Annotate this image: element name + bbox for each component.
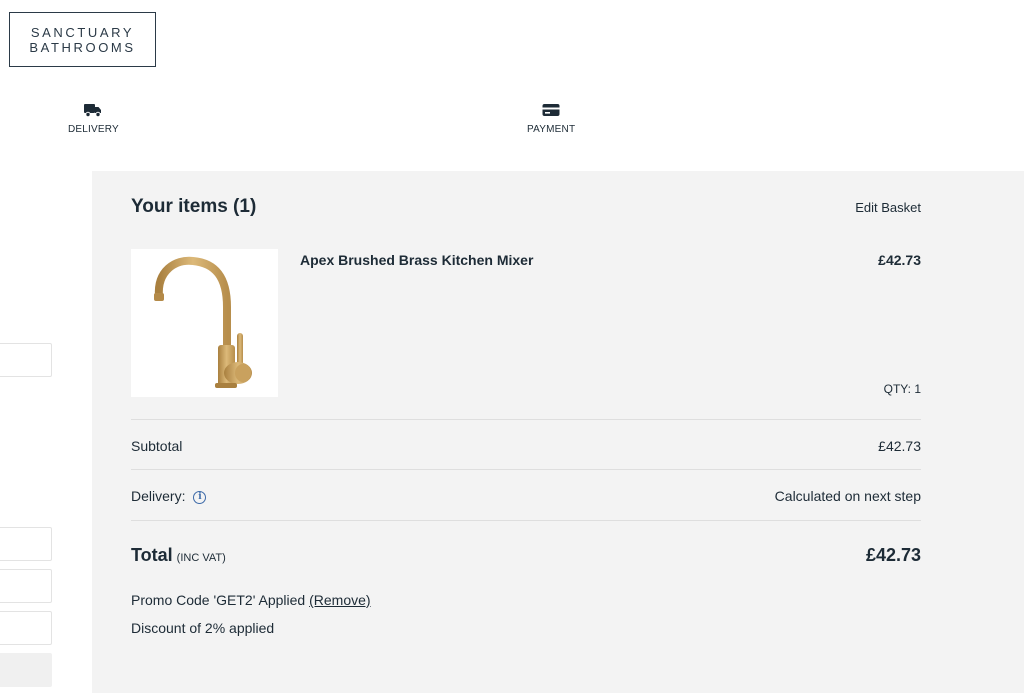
step-payment[interactable]: PAYMENT <box>527 102 575 135</box>
delivery-label: Delivery: <box>131 488 186 504</box>
product-quantity: QTY: 1 <box>883 382 921 396</box>
discount-text: Discount of 2% applied <box>131 620 275 636</box>
product-price: £42.73 <box>878 252 921 268</box>
credit-card-icon <box>541 102 561 118</box>
edit-basket-link[interactable]: Edit Basket <box>855 200 921 215</box>
step-delivery[interactable]: DELIVERY <box>68 102 119 135</box>
brand-logo[interactable]: SANCTUARY BATHROOMS <box>9 12 156 67</box>
total-vat-note: (INC VAT) <box>176 552 226 564</box>
product-name[interactable]: Apex Brushed Brass Kitchen Mixer <box>300 252 533 268</box>
form-field[interactable] <box>0 611 52 645</box>
checkout-page: SANCTUARY BATHROOMS DELIVERY PAYMENT You… <box>0 0 1024 693</box>
promo-code-text: Promo Code 'GET2' Applied <box>131 592 306 608</box>
truck-icon <box>83 102 103 118</box>
total-row: Total (INC VAT) <box>131 545 226 566</box>
delivery-value: Calculated on next step <box>774 488 921 504</box>
promo-code-row: Promo Code 'GET2' Applied (Remove) <box>131 592 371 608</box>
total-label: Total <box>131 545 173 565</box>
subtotal-label: Subtotal <box>131 438 183 454</box>
form-field[interactable] <box>0 343 52 377</box>
step-delivery-label: DELIVERY <box>68 124 119 135</box>
divider <box>131 419 921 420</box>
delivery-row: Delivery: i <box>131 488 207 504</box>
product-image[interactable] <box>131 249 278 397</box>
items-title: Your items (1) <box>131 196 257 217</box>
form-field[interactable] <box>0 527 52 561</box>
divider <box>131 520 921 521</box>
total-value: £42.73 <box>865 545 921 565</box>
subtotal-value: £42.73 <box>878 438 921 454</box>
order-summary-panel: Your items (1) Edit Basket Apex Brushed … <box>92 171 1024 693</box>
step-payment-label: PAYMENT <box>527 124 576 135</box>
form-field[interactable] <box>0 569 52 603</box>
info-icon[interactable]: i <box>193 490 207 504</box>
remove-promo-link[interactable]: (Remove) <box>309 592 370 608</box>
divider <box>131 469 921 470</box>
brand-line-2: BATHROOMS <box>29 39 136 55</box>
brand-line-1: SANCTUARY <box>30 24 135 40</box>
form-button[interactable] <box>0 653 52 687</box>
